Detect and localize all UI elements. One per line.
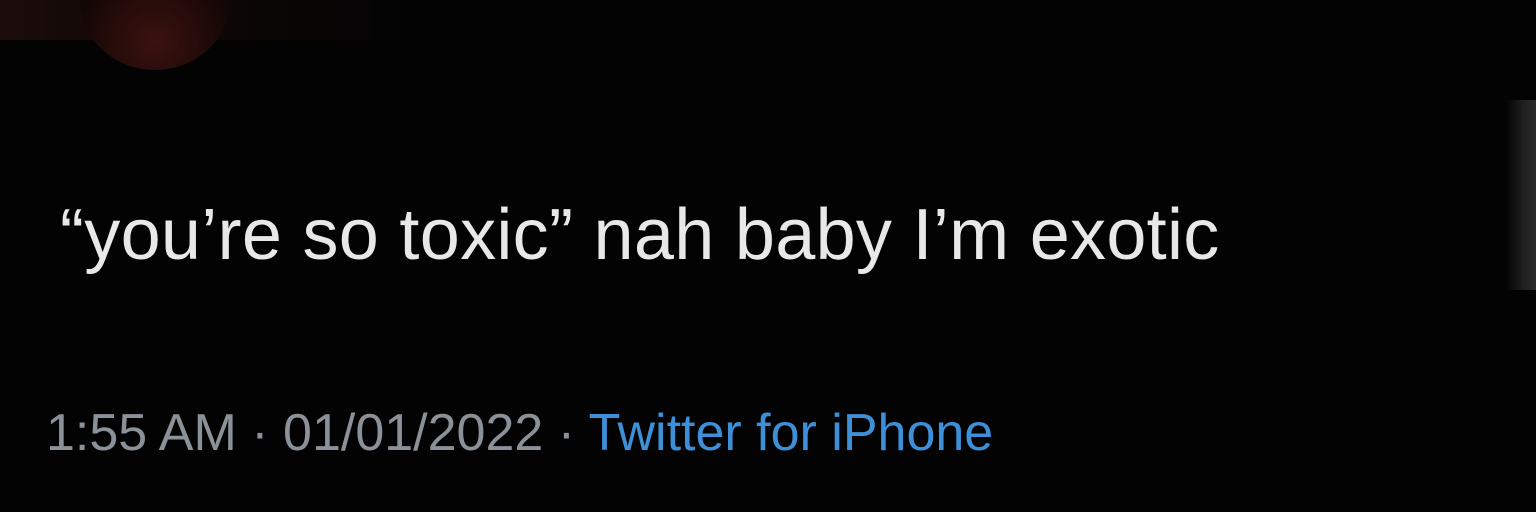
separator-dot: ·	[251, 404, 269, 462]
scroll-edge	[1506, 100, 1536, 290]
tweet-screenshot: “you’re so toxic” nah baby I’m exotic 1:…	[0, 0, 1536, 512]
avatar[interactable]	[80, 0, 230, 70]
tweet-source-link[interactable]: Twitter for iPhone	[589, 404, 994, 462]
separator-dot: ·	[557, 404, 576, 462]
tweet-time[interactable]: 1:55 AM	[46, 404, 237, 462]
tweet-metadata: 1:55 AM · 01/01/2022 · Twitter for iPhon…	[46, 398, 993, 468]
tweet-date[interactable]: 01/01/2022	[283, 404, 543, 462]
tweet-text: “you’re so toxic” nah baby I’m exotic	[60, 195, 1220, 275]
